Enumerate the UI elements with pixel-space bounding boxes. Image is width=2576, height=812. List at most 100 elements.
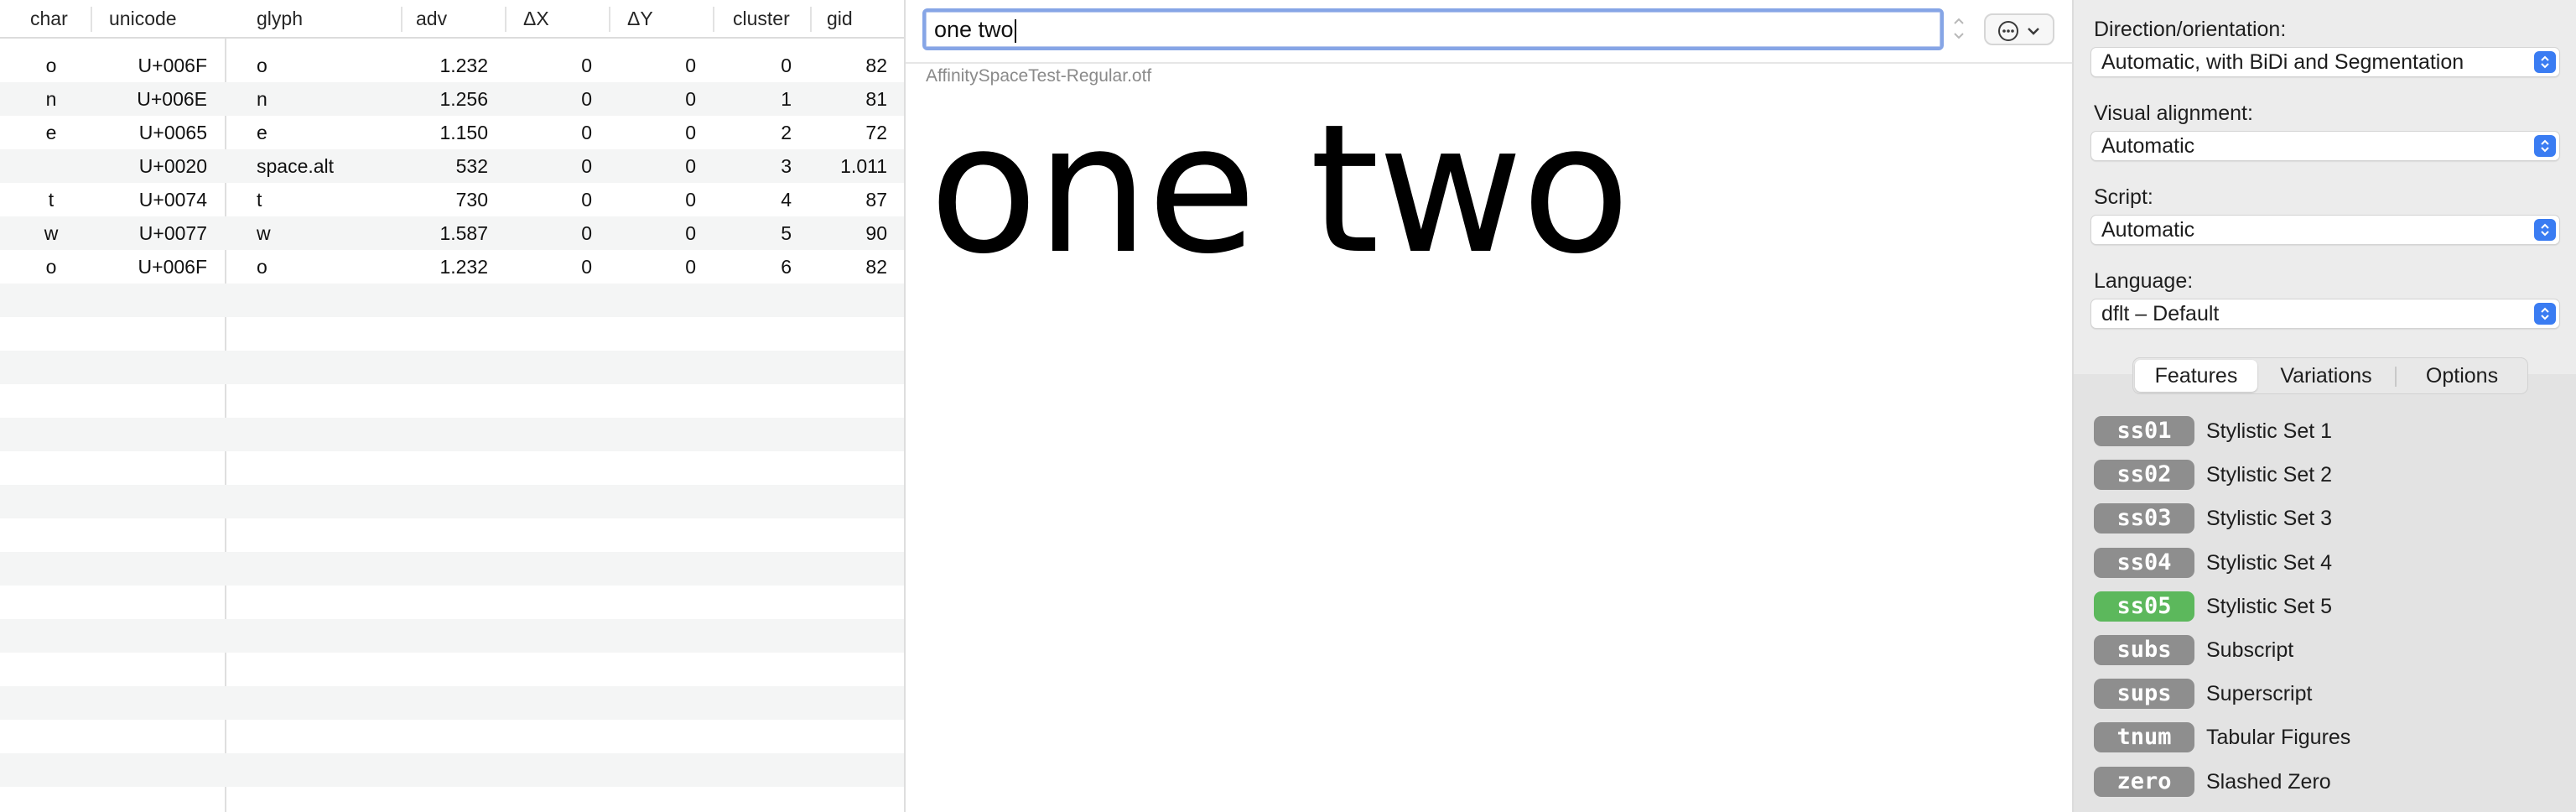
feature-item[interactable]: subs Subscript [2094, 633, 2563, 667]
cell-unicode: U+0077 [138, 222, 207, 244]
cell-unicode: U+0074 [138, 189, 207, 211]
empty-table-row [0, 586, 904, 619]
script-popup[interactable]: Automatic [2090, 215, 2560, 245]
feature-item[interactable]: ss05 Stylistic Set 5 [2094, 590, 2563, 623]
more-options-button[interactable] [1984, 13, 2054, 45]
empty-table-row [0, 552, 904, 586]
text-input[interactable]: one two [922, 8, 1944, 50]
cell-gid: 72 [865, 122, 887, 143]
feature-name: Tabular Figures [2206, 726, 2351, 750]
empty-table-row [0, 686, 904, 720]
column-header-char[interactable]: char [30, 0, 68, 37]
column-header-cluster[interactable]: cluster [733, 0, 790, 37]
cell-glyph: o [257, 55, 267, 76]
table-row[interactable]: o U+006F o 1.232 0 0 6 82 [0, 250, 904, 284]
table-row[interactable]: t U+0074 t 730 0 0 4 87 [0, 183, 904, 216]
feature-item[interactable]: sups Superscript [2094, 677, 2563, 710]
column-header-dx[interactable]: ΔX [523, 0, 549, 37]
table-row[interactable]: U+0020 space.alt 532 0 0 3 1.011 [0, 149, 904, 183]
cell-cluster: 4 [781, 189, 792, 211]
column-header-glyph[interactable]: glyph [257, 0, 303, 37]
empty-table-row [0, 351, 904, 384]
direction-popup[interactable]: Automatic, with BiDi and Segmentation [2090, 47, 2560, 77]
tab-features[interactable]: Features [2135, 360, 2257, 392]
feature-tag-toggle[interactable]: ss05 [2094, 591, 2194, 622]
ellipsis-circle-icon [1998, 21, 2018, 41]
column-header-gid[interactable]: gid [827, 0, 853, 37]
empty-table-row [0, 384, 904, 418]
feature-tag-toggle[interactable]: zero [2094, 766, 2194, 797]
column-divider[interactable] [401, 7, 402, 32]
empty-table-row [0, 753, 904, 787]
feature-name: Stylistic Set 4 [2206, 550, 2333, 575]
input-bar: one two [906, 0, 2072, 64]
feature-tag-toggle[interactable]: ss01 [2094, 416, 2194, 446]
cell-cluster: 5 [781, 222, 792, 244]
table-row[interactable]: n U+006E n 1.256 0 0 1 81 [0, 82, 904, 116]
settings-panel: Direction/orientation: Automatic, with B… [2074, 0, 2576, 812]
cell-cluster: 6 [781, 256, 792, 278]
table-row[interactable]: e U+0065 e 1.150 0 0 2 72 [0, 116, 904, 149]
cell-unicode: U+006F [138, 55, 207, 76]
column-divider[interactable] [505, 7, 506, 32]
table-row[interactable]: o U+006F o 1.232 0 0 0 82 [0, 49, 904, 82]
feature-tag-toggle[interactable]: tnum [2094, 722, 2194, 753]
up-down-chevron-icon [2534, 219, 2556, 241]
alignment-popup[interactable]: Automatic [2090, 131, 2560, 161]
feature-tag-toggle[interactable]: sups [2094, 679, 2194, 710]
table-row[interactable]: w U+0077 w 1.587 0 0 5 90 [0, 216, 904, 250]
cell-gid: 87 [865, 189, 887, 211]
tab-bar: Features Variations Options [2132, 357, 2528, 394]
empty-table-row [0, 653, 904, 686]
feature-tag-toggle[interactable]: ss02 [2094, 460, 2194, 491]
feature-item[interactable]: ss01 Stylistic Set 1 [2094, 414, 2563, 448]
up-down-chevron-icon [2534, 135, 2556, 157]
feature-tag-toggle[interactable]: subs [2094, 635, 2194, 665]
language-popup[interactable]: dflt – Default [2090, 299, 2560, 329]
cell-dx: 0 [581, 55, 592, 76]
cell-char: w [44, 222, 59, 244]
cell-glyph: t [257, 189, 262, 211]
feature-item[interactable]: ss02 Stylistic Set 2 [2094, 458, 2563, 492]
language-value: dflt – Default [2101, 302, 2220, 325]
cell-adv: 1.256 [439, 88, 488, 110]
cell-adv: 1.232 [439, 55, 488, 76]
cell-glyph: space.alt [257, 155, 335, 177]
column-header-dy[interactable]: ΔY [627, 0, 653, 37]
preview-pane: one two AffinitySpaceTest-Regular.otf on… [906, 0, 2072, 812]
cell-adv: 532 [455, 155, 488, 177]
feature-tag-toggle[interactable]: ss04 [2094, 547, 2194, 578]
cell-dy: 0 [685, 122, 696, 143]
column-divider[interactable] [91, 7, 92, 32]
column-header-unicode[interactable]: unicode [109, 0, 177, 37]
cell-adv: 1.232 [439, 256, 488, 278]
stepper-icon[interactable] [1950, 12, 1967, 49]
cell-unicode: U+006F [138, 256, 207, 278]
cell-dy: 0 [685, 155, 696, 177]
cell-glyph: e [257, 122, 267, 143]
column-divider[interactable] [609, 7, 610, 32]
cell-gid: 82 [865, 55, 887, 76]
chevron-down-icon [2028, 28, 2039, 35]
text-input-value: one two [934, 17, 1014, 42]
feature-item[interactable]: zero Slashed Zero [2094, 765, 2563, 799]
tab-variations[interactable]: Variations [2259, 358, 2393, 393]
tab-options[interactable]: Options [2397, 358, 2527, 393]
cell-cluster: 1 [781, 88, 792, 110]
cell-cluster: 0 [781, 55, 792, 76]
empty-table-row [0, 317, 904, 351]
feature-item[interactable]: ss04 Stylistic Set 4 [2094, 546, 2563, 580]
feature-name: Stylistic Set 1 [2206, 419, 2333, 443]
feature-item[interactable]: ss03 Stylistic Set 3 [2094, 502, 2563, 535]
alignment-value: Automatic [2101, 134, 2195, 158]
empty-table-row [0, 619, 904, 653]
feature-tag-toggle[interactable]: ss03 [2094, 503, 2194, 534]
cell-cluster: 3 [781, 155, 792, 177]
feature-item[interactable]: tnum Tabular Figures [2094, 721, 2563, 754]
column-divider[interactable] [810, 7, 812, 32]
table-body: o U+006F o 1.232 0 0 0 82 n U+006E n 1.256 0 0 1 81 e U+0… [0, 49, 904, 812]
column-divider[interactable] [713, 7, 714, 32]
cell-unicode: U+0065 [138, 122, 207, 143]
cell-gid: 81 [865, 88, 887, 110]
column-header-adv[interactable]: adv [416, 0, 447, 37]
